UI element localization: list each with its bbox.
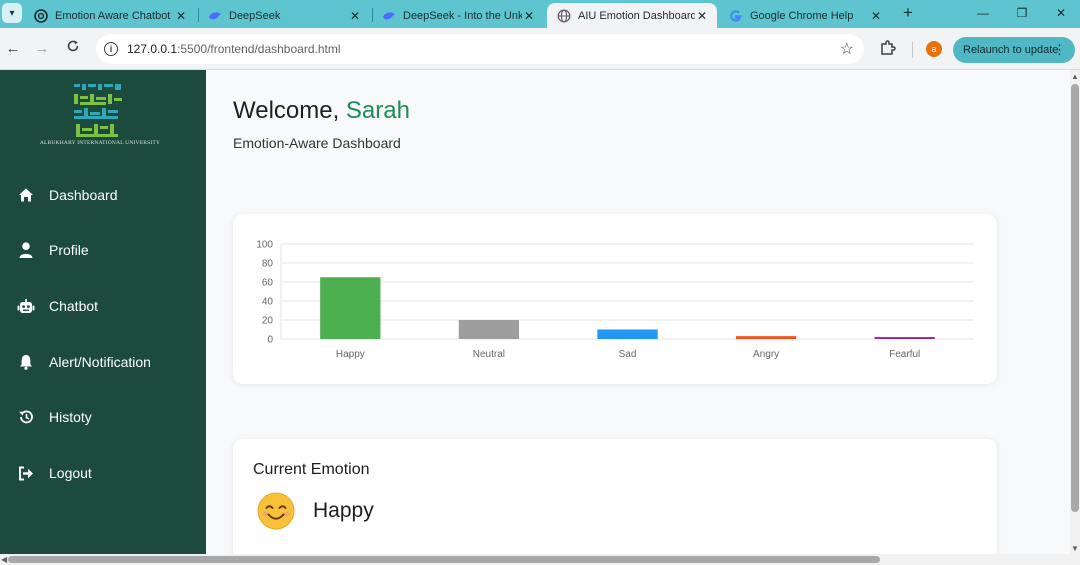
tab-search-button[interactable]: ▾ — [2, 3, 22, 23]
close-tab-icon[interactable]: ✕ — [869, 9, 883, 23]
university-logo-mark — [74, 84, 122, 137]
emotion-bar-chart: 0 20 40 60 80 100 Happy Neutral Sad Angry Fearful — [256, 240, 974, 360]
bell-icon — [17, 353, 35, 371]
sidebar-item-label: Alert/Notification — [49, 354, 151, 370]
reload-button[interactable] — [63, 39, 83, 59]
deepseek-icon — [382, 9, 396, 23]
toolbar-separator — [912, 42, 913, 58]
minimize-button[interactable]: — — [974, 4, 992, 22]
chart-y-tick-label: 100 — [256, 240, 273, 251]
restore-button[interactable]: ❐ — [1013, 4, 1031, 22]
current-emotion-value: Happy — [313, 499, 374, 522]
extensions-icon[interactable] — [879, 39, 899, 59]
user-icon — [17, 241, 35, 259]
page-subtitle: Emotion-Aware Dashboard — [233, 135, 401, 151]
url-host: 127.0.0.1 — [127, 42, 178, 56]
current-emotion-heading: Current Emotion — [253, 461, 370, 478]
chart-y-tick-label: 20 — [262, 316, 274, 327]
close-tab-icon[interactable]: ✕ — [522, 9, 536, 23]
browser-tab-title: DeepSeek — [229, 9, 281, 22]
new-tab-button[interactable]: + — [898, 3, 918, 23]
browser-tab-title: Emotion Aware Chatbot ( — [55, 9, 174, 22]
close-tab-icon[interactable]: ✕ — [348, 9, 362, 23]
sidebar-item-label: Histoty — [49, 409, 92, 425]
sidebar-item-label: Chatbot — [49, 298, 99, 314]
sidebar-item-chatbot[interactable]: Chatbot — [0, 286, 206, 326]
chart-bar-neutral — [458, 320, 520, 339]
user-name: Sarah — [345, 97, 410, 124]
chart-y-tick-label: 0 — [267, 335, 273, 346]
chart-bar-happy — [320, 277, 381, 339]
bookmark-star-icon[interactable]: ☆ — [840, 39, 854, 59]
vertical-scrollbar[interactable]: ▲ ▼ — [1070, 70, 1080, 554]
chart-x-tick-label: Angry — [753, 349, 779, 360]
sidebar-item-profile[interactable]: Profile — [0, 230, 206, 270]
google-icon — [729, 9, 743, 23]
close-window-button[interactable]: ✕ — [1052, 4, 1070, 22]
welcome-prefix: Welcome, — [233, 97, 346, 124]
url-text: 127.0.0.1:5500/frontend/dashboard.html — [127, 42, 341, 56]
robot-icon — [17, 297, 35, 315]
browser-tab[interactable]: DeepSeek - Into the Unkn ✕ — [372, 3, 544, 28]
sidebar: ALBUKHARY INTERNATIONAL UNIVERSITY Dashb… — [0, 70, 206, 554]
sidebar-item-logout[interactable]: Logout — [0, 453, 206, 493]
globe-icon — [557, 9, 571, 23]
scroll-left-icon[interactable]: ◀ — [1, 555, 7, 564]
sidebar-item-label: Profile — [49, 242, 89, 258]
chart-bar-fearful — [874, 337, 935, 339]
relaunch-button[interactable]: Relaunch to update ⋮ — [953, 37, 1075, 63]
back-button[interactable]: ← — [3, 39, 23, 59]
horizontal-scrollbar[interactable]: ◀ — [0, 554, 1080, 565]
browser-tab-active[interactable]: AIU Emotion Dashboard ✕ — [547, 3, 717, 28]
browser-toolbar: ← → i 127.0.0.1:5500/frontend/dashboard.… — [0, 28, 1080, 70]
chart-x-tick-label: Happy — [336, 349, 365, 360]
history-icon — [17, 408, 35, 426]
browser-tab-title: AIU Emotion Dashboard — [578, 9, 695, 22]
openai-icon — [34, 8, 48, 23]
chart-y-tick-label: 80 — [262, 259, 274, 270]
vertical-scroll-thumb[interactable] — [1071, 84, 1079, 512]
horizontal-scroll-thumb[interactable] — [8, 556, 880, 563]
chart-y-tick-label: 60 — [262, 278, 274, 289]
address-bar[interactable]: i 127.0.0.1:5500/frontend/dashboard.html… — [96, 34, 864, 64]
main-content: Welcome, Sarah Emotion-Aware Dashboard 0… — [206, 70, 1070, 554]
browser-tab[interactable]: Google Chrome Help ✕ — [719, 3, 891, 28]
welcome-heading: Welcome, Sarah — [233, 97, 410, 125]
scroll-up-icon[interactable]: ▲ — [1071, 72, 1079, 81]
browser-tab[interactable]: Emotion Aware Chatbot ( ✕ — [24, 3, 196, 28]
chart-x-tick-label: Sad — [619, 349, 637, 360]
sidebar-item-history[interactable]: Histoty — [0, 397, 206, 437]
close-tab-icon[interactable]: ✕ — [695, 9, 709, 23]
logout-icon — [17, 464, 35, 482]
deepseek-icon — [208, 9, 222, 23]
chart-x-tick-label: Fearful — [889, 349, 920, 360]
profile-avatar[interactable]: a — [926, 41, 942, 57]
university-logo: ALBUKHARY INTERNATIONAL UNIVERSITY — [30, 82, 170, 152]
chart-bar-angry — [735, 336, 797, 339]
chart-bar-sad — [597, 329, 658, 339]
reload-icon — [67, 40, 79, 52]
chart-y-tick-label: 40 — [262, 297, 274, 308]
smiling-face-icon — [257, 492, 295, 530]
emotion-chart-card: 0 20 40 60 80 100 Happy Neutral Sad Angry Fearful — [233, 214, 997, 384]
scroll-down-icon[interactable]: ▼ — [1071, 544, 1079, 553]
browser-tab[interactable]: DeepSeek ✕ — [198, 3, 370, 28]
sidebar-item-dashboard[interactable]: Dashboard — [0, 175, 206, 215]
browser-tab-title: DeepSeek - Into the Unkn — [403, 9, 522, 22]
browser-tab-strip: ▾ Emotion Aware Chatbot ( ✕ DeepSeek ✕ D… — [0, 0, 1080, 28]
url-path: :5500/frontend/dashboard.html — [177, 42, 341, 56]
close-tab-icon[interactable]: ✕ — [174, 9, 188, 23]
current-emotion-card: Current Emotion Happy — [233, 439, 997, 554]
home-icon — [17, 186, 35, 204]
more-menu-icon[interactable]: ⋮ — [1053, 37, 1066, 63]
site-info-icon[interactable]: i — [104, 42, 118, 56]
university-name: ALBUKHARY INTERNATIONAL UNIVERSITY — [39, 140, 161, 146]
forward-button[interactable]: → — [32, 39, 52, 59]
sidebar-item-label: Logout — [49, 465, 92, 481]
chart-x-tick-label: Neutral — [473, 349, 505, 360]
sidebar-item-alert-notification[interactable]: Alert/Notification — [0, 342, 206, 382]
relaunch-label: Relaunch to update — [963, 44, 1059, 56]
browser-tab-title: Google Chrome Help — [750, 9, 854, 22]
sidebar-item-label: Dashboard — [49, 187, 118, 203]
